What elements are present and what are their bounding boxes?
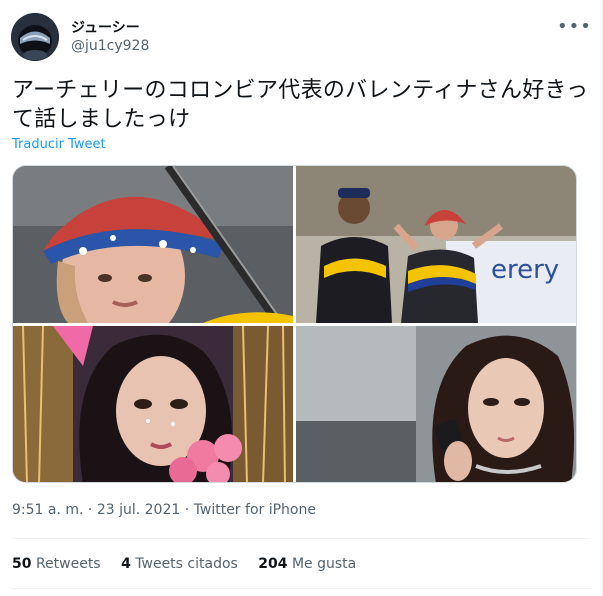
- tweet-text: アーチェリーのコロンビア代表のバレンティナさん好きって話しましたっけ: [12, 78, 589, 132]
- tweet-meta: 9:51 a. m. · 23 jul. 2021 · Twitter for …: [12, 502, 316, 518]
- meta-separator: ·: [87, 502, 93, 518]
- tweet-date[interactable]: 23 jul. 2021: [97, 502, 180, 518]
- divider: [12, 588, 591, 589]
- photo-archer-bucket-hat[interactable]: [13, 166, 293, 323]
- quotes-stat[interactable]: 4 Tweets citados: [121, 556, 238, 572]
- retweets-label: Retweets: [35, 556, 101, 572]
- tweet-source[interactable]: Twitter for iPhone: [194, 502, 316, 518]
- display-name[interactable]: ジューシー: [71, 17, 140, 37]
- likes-stat[interactable]: 204 Me gusta: [258, 556, 356, 572]
- tweet-stats: 50 Retweets 4 Tweets citados 204 Me gust…: [12, 556, 372, 572]
- banner-text: erery: [491, 255, 559, 285]
- quotes-count: 4: [121, 556, 131, 572]
- photo-phone-portrait[interactable]: [296, 326, 576, 482]
- tweet-time[interactable]: 9:51 a. m.: [12, 502, 83, 518]
- photo-team-banner[interactable]: erery: [296, 166, 576, 323]
- avatar[interactable]: [11, 13, 59, 61]
- more-options-icon[interactable]: •••: [557, 16, 592, 37]
- divider: [12, 538, 591, 539]
- user-handle[interactable]: @ju1cy928: [71, 38, 149, 54]
- quotes-label: Tweets citados: [135, 556, 238, 572]
- tweet-card: ジューシー @ju1cy928 ••• アーチェリーのコロンビア代表のバレンティ…: [0, 0, 603, 596]
- media-grid: erery: [12, 165, 577, 483]
- translate-tweet-link[interactable]: Traducir Tweet: [12, 137, 106, 152]
- photo-sparkle-portrait[interactable]: [13, 326, 293, 482]
- helmet-avatar-icon: [11, 13, 59, 61]
- meta-separator: ·: [184, 502, 190, 518]
- likes-label: Me gusta: [291, 556, 357, 572]
- retweets-stat[interactable]: 50 Retweets: [12, 556, 101, 572]
- likes-count: 204: [258, 556, 288, 572]
- retweets-count: 50: [12, 556, 32, 572]
